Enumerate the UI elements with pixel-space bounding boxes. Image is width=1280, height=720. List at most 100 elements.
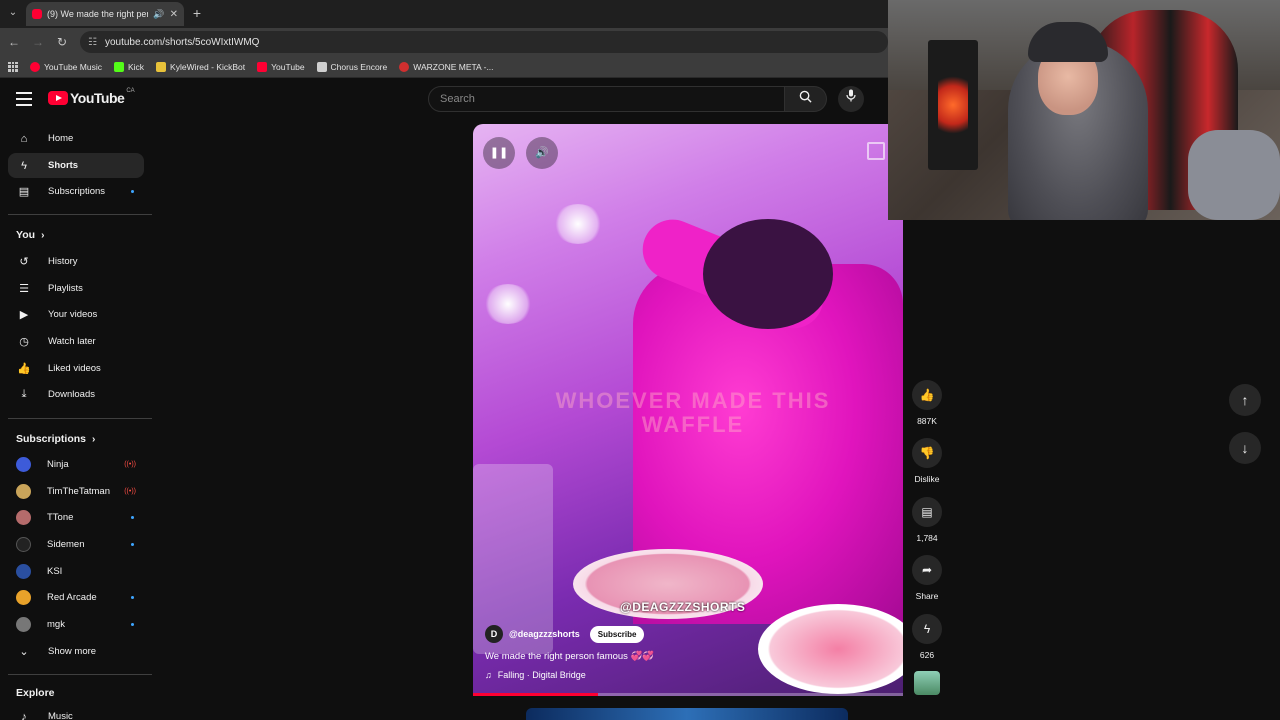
sidebar-item-history[interactable]: ↺ History — [8, 249, 144, 274]
sidebar-item-music[interactable]: ♪ Music — [8, 704, 144, 720]
new-tab-button[interactable]: + — [188, 4, 206, 22]
share-button[interactable]: ➦ — [912, 555, 942, 585]
youtube-logo[interactable]: YouTube CA — [48, 88, 135, 106]
sidebar-item-label: Red Arcade — [47, 592, 97, 603]
bookmark-warzone-meta[interactable]: WARZONE META -... — [399, 61, 494, 72]
avatar — [16, 510, 31, 525]
your-videos-icon: ▶ — [19, 309, 29, 321]
avatar — [16, 537, 31, 552]
sidebar-item-label: Watch later — [48, 336, 96, 347]
dislike-button[interactable]: 👎 — [912, 438, 942, 468]
kickbot-icon — [156, 61, 167, 72]
sidebar-item-subscriptions[interactable]: ▤ Subscriptions — [8, 179, 144, 204]
sidebar-item-label: Your videos — [48, 309, 98, 320]
channel-name[interactable]: @deagzzzshorts — [509, 629, 580, 639]
remix-action[interactable]: ϟ 626 — [912, 614, 942, 660]
sidebar-item-label: Show more — [48, 646, 97, 657]
share-label: Share — [915, 591, 939, 601]
comments-action[interactable]: ▤ 1,784 — [912, 497, 942, 543]
sidebar-show-more[interactable]: ⌄ Show more — [8, 639, 144, 664]
pause-button[interactable]: ❚❚ — [483, 137, 515, 169]
search-button[interactable] — [785, 86, 827, 112]
bookmark-youtube[interactable]: YouTube — [257, 61, 305, 72]
bookmark-youtube-music[interactable]: YouTube Music — [30, 61, 102, 72]
tab-close-icon[interactable]: ✕ — [170, 9, 178, 20]
sidebar-sub-red-arcade[interactable]: Red Arcade — [8, 585, 144, 610]
comments-button[interactable]: ▤ — [912, 497, 942, 527]
video-overlay-caption: WHOEVER MADE THIS WAFFLE — [555, 388, 831, 438]
music-icon: ♪ — [21, 710, 27, 720]
video-frame-light — [483, 284, 533, 324]
shorts-player[interactable]: WHOEVER MADE THIS WAFFLE @DEAGZZZSHORTS … — [473, 124, 903, 696]
volume-icon: 🔊 — [535, 147, 549, 159]
dislike-action[interactable]: 👎 Dislike — [912, 438, 942, 484]
sidebar-sub-sidemen[interactable]: Sidemen — [8, 532, 144, 557]
site-info-icon[interactable]: ☷ — [88, 37, 97, 48]
video-frame-hair — [703, 219, 833, 329]
bookmark-label: Kick — [127, 61, 145, 72]
sidebar-you-heading[interactable]: You › — [16, 229, 44, 241]
kick-icon — [113, 61, 124, 72]
apps-grid-icon[interactable] — [8, 61, 18, 72]
sidebar-sub-timthetatman[interactable]: TimTheTatman ((•)) — [8, 479, 144, 504]
share-action[interactable]: ➦ Share — [912, 555, 942, 601]
sidebar-item-shorts[interactable]: ϟ Shorts — [8, 153, 144, 178]
voice-search-button[interactable] — [838, 86, 864, 112]
tab-search-dropdown-icon[interactable]: ⌄ — [4, 4, 22, 22]
sidebar-item-watch-later[interactable]: ◷ Watch later — [8, 329, 144, 354]
sidebar-sub-ninja[interactable]: Ninja ((•)) — [8, 452, 144, 477]
youtube-icon — [257, 61, 268, 72]
short-title: We made the right person famous — [485, 651, 628, 662]
sidebar-sub-ttone[interactable]: TTone — [8, 505, 144, 530]
video-progress-bar[interactable] — [473, 693, 903, 696]
bookmark-kick[interactable]: Kick — [113, 61, 145, 72]
volume-button[interactable]: 🔊 — [526, 137, 558, 169]
chevron-down-icon: ⌄ — [19, 646, 29, 658]
next-short-button[interactable]: ↓ — [1229, 432, 1261, 464]
address-bar[interactable]: ☷ youtube.com/shorts/5coWIxtIWMQ — [80, 31, 888, 53]
sidebar-sub-mgk[interactable]: mgk — [8, 612, 144, 637]
sidebar-divider — [8, 418, 152, 419]
bookmark-kickbot[interactable]: KyleWired - KickBot — [156, 61, 245, 72]
sidebar-item-label: Home — [48, 133, 74, 144]
browser-tab-active[interactable]: (9) We made the right pers 🔊 ✕ — [26, 2, 184, 26]
section-heading: Explore — [16, 687, 55, 699]
music-label: Falling · Digital Bridge — [497, 670, 586, 680]
sidebar-item-your-videos[interactable]: ▶ Your videos — [8, 302, 144, 327]
subscribe-button[interactable]: Subscribe — [589, 625, 645, 643]
previous-short-button[interactable]: ↑ — [1229, 384, 1261, 416]
music-row[interactable]: ♫ Falling · Digital Bridge — [485, 670, 885, 680]
search-icon — [799, 90, 812, 103]
search-input[interactable]: Search — [428, 86, 785, 112]
video-watermark: @DEAGZZZSHORTS — [620, 600, 746, 614]
arrow-down-icon: ↓ — [1241, 440, 1249, 456]
tab-audio-icon[interactable]: 🔊 — [153, 9, 164, 20]
fullscreen-icon[interactable] — [867, 142, 885, 160]
channel-avatar[interactable]: D — [485, 625, 503, 643]
like-action[interactable]: 👍 887K — [912, 380, 942, 426]
short-title-row[interactable]: We made the right person famous 💞💞 — [485, 651, 885, 662]
region-code: CA — [126, 88, 135, 94]
menu-icon[interactable] — [16, 92, 32, 106]
sound-thumbnail[interactable] — [914, 671, 940, 695]
remix-button[interactable]: ϟ — [912, 614, 942, 644]
sidebar-item-home[interactable]: ⌂ Home — [8, 126, 144, 151]
sidebar-item-label: KSI — [47, 566, 63, 577]
bookmark-label: WARZONE META -... — [413, 61, 494, 72]
back-icon[interactable]: ← — [6, 34, 22, 50]
next-short-preview[interactable] — [526, 708, 848, 720]
youtube-header: YouTube CA Search — [0, 80, 888, 120]
like-button[interactable]: 👍 — [912, 380, 942, 410]
mic-icon — [846, 89, 856, 102]
sidebar-item-liked-videos[interactable]: 👍 Liked videos — [8, 356, 144, 381]
sidebar-sub-ksi[interactable]: KSI — [8, 559, 144, 584]
forward-icon[interactable]: → — [30, 34, 46, 50]
liked-videos-icon: 👍 — [17, 363, 31, 375]
sidebar-item-downloads[interactable]: ⤓ Downloads — [8, 382, 144, 407]
sidebar-subscriptions-heading[interactable]: Subscriptions › — [16, 433, 95, 445]
sidebar-item-playlists[interactable]: ☰ Playlists — [8, 276, 144, 301]
sidebar-item-label: History — [48, 256, 78, 267]
sidebar-item-label: TimTheTatman — [47, 486, 110, 497]
reload-icon[interactable]: ↻ — [54, 34, 70, 50]
bookmark-chorus-encore[interactable]: Chorus Encore — [316, 61, 387, 72]
